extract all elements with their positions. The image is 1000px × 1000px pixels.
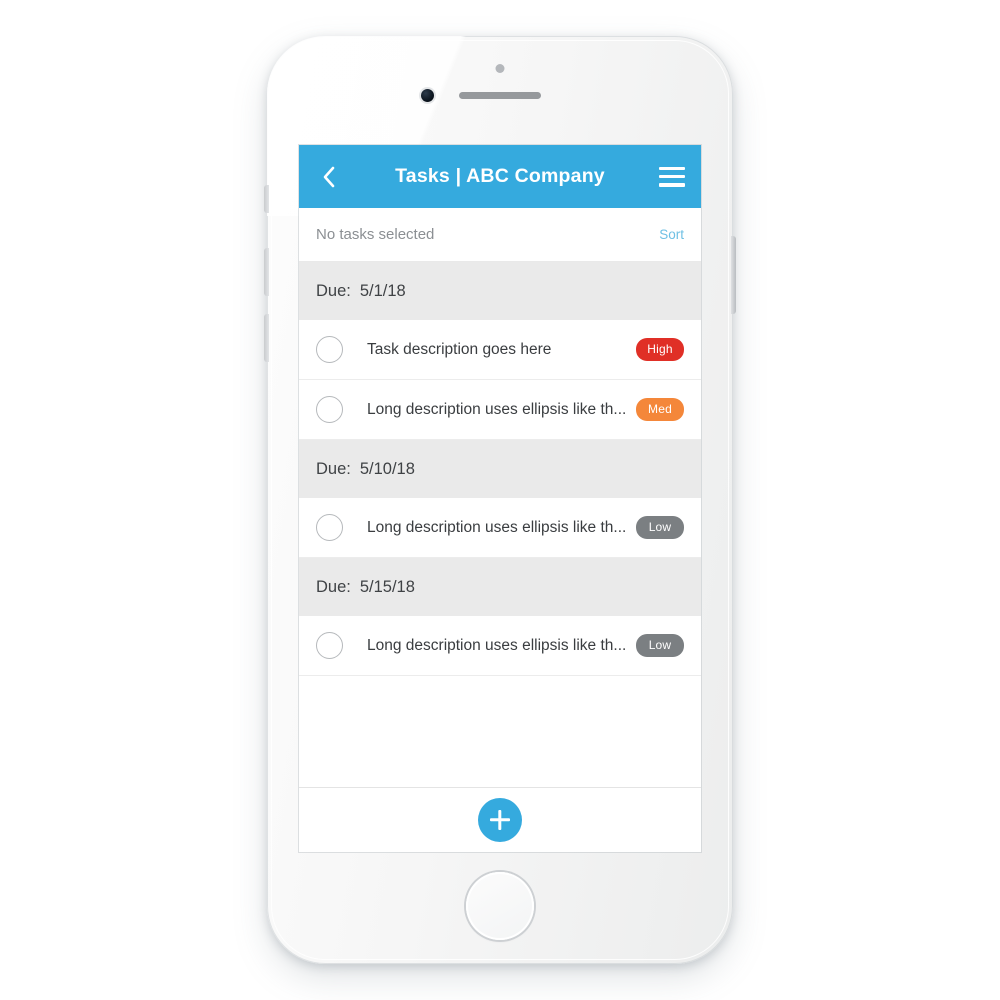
date-group-header: Due: 5/15/18 [299,558,701,616]
task-row[interactable]: Long description uses ellipsis like th..… [299,616,701,676]
task-checkbox[interactable] [316,632,343,659]
chevron-left-icon[interactable] [315,164,341,190]
volume-up-button[interactable] [264,248,269,296]
selection-status-bar: No tasks selected Sort [299,208,701,262]
priority-badge: Low [636,634,684,657]
due-label: Due: [316,281,351,300]
due-label: Due: [316,577,351,596]
phone-device-frame: Tasks | ABC Company No tasks selected So… [264,36,736,964]
sort-button[interactable]: Sort [659,227,684,242]
task-checkbox[interactable] [316,336,343,363]
task-checkbox[interactable] [316,396,343,423]
silent-switch-button[interactable] [264,185,269,213]
task-description: Task description goes here [367,340,552,358]
bottom-action-bar [299,787,701,852]
add-task-button[interactable] [478,798,522,842]
task-row[interactable]: Long description uses ellipsis like th..… [299,380,701,440]
priority-badge: Med [636,398,684,421]
task-description: Long description uses ellipsis like th..… [367,518,627,536]
due-date: 5/15/18 [359,577,415,596]
due-date: 5/10/18 [359,459,415,478]
task-list: Due: 5/1/18 Task description goes here H… [299,262,701,787]
selection-status-text: No tasks selected [316,226,435,243]
due-date: 5/1/18 [359,281,406,300]
screenshot-canvas: Tasks | ABC Company No tasks selected So… [0,0,1000,1000]
home-button-icon[interactable] [466,872,534,940]
date-group-header: Due: 5/10/18 [299,440,701,498]
task-description: Long description uses ellipsis like th..… [367,400,627,418]
camera-icon [421,89,434,102]
power-button[interactable] [731,236,736,314]
phone-screen: Tasks | ABC Company No tasks selected So… [299,145,701,852]
task-row[interactable]: Long description uses ellipsis like th..… [299,498,701,558]
hamburger-menu-icon[interactable] [659,166,685,187]
date-group-header: Due: 5/1/18 [299,262,701,320]
task-row[interactable]: Task description goes here High [299,320,701,380]
due-label: Due: [316,459,351,478]
priority-badge: High [636,338,684,361]
speaker-grille-icon [459,92,541,99]
task-checkbox[interactable] [316,514,343,541]
volume-down-button[interactable] [264,314,269,362]
proximity-sensor-icon [495,64,505,73]
task-description: Long description uses ellipsis like th..… [367,636,627,654]
page-title: Tasks | ABC Company [395,165,605,187]
priority-badge: Low [636,516,684,539]
app-header-bar: Tasks | ABC Company [299,145,701,208]
